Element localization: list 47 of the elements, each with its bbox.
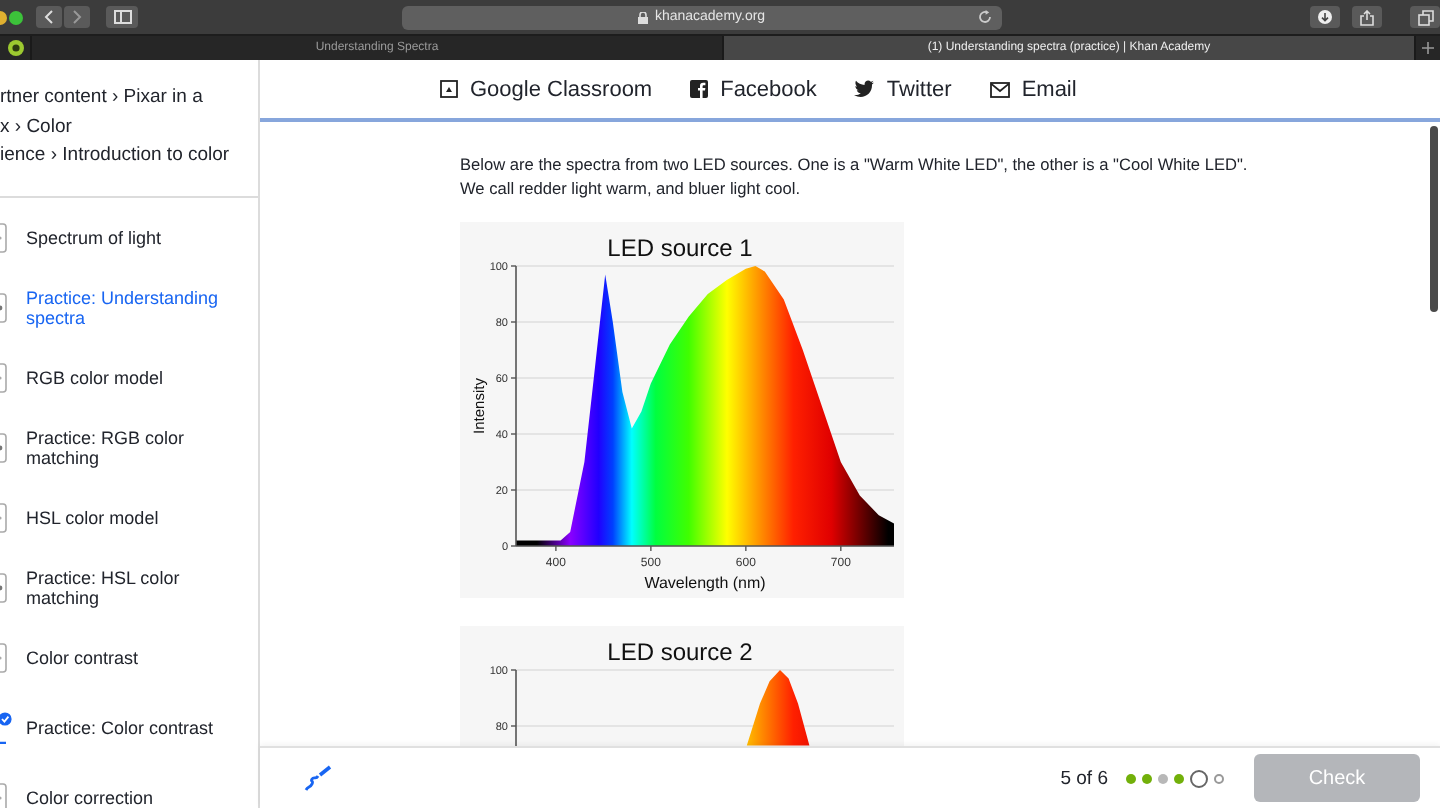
breadcrumb-line: ience › Introduction to color <box>0 142 232 170</box>
window-buttons-icon <box>0 9 24 25</box>
lesson-link[interactable]: Practice: Understanding spectra <box>26 287 258 329</box>
lesson-link[interactable]: Color contrast <box>26 647 155 669</box>
facebook-icon <box>690 80 709 98</box>
lesson-link[interactable]: RGB color model <box>26 367 180 389</box>
lesson-link[interactable]: Practice: HSL color matching <box>26 567 258 609</box>
breadcrumb-line: rtner content › Pixar in a <box>0 84 205 112</box>
breadcrumb-line: x › Color <box>0 113 74 141</box>
share-link[interactable]: Facebook <box>690 77 817 101</box>
bird-icon <box>854 80 875 98</box>
lesson-link[interactable]: Practice: Color contrast <box>26 717 230 739</box>
reload-icon <box>978 10 992 24</box>
share-link[interactable]: Google Classroom <box>440 77 653 101</box>
sidebar-button[interactable] <box>106 6 138 28</box>
lesson-link[interactable]: Practice: RGB color matching <box>26 427 258 469</box>
lock-icon <box>638 11 649 23</box>
sidebar-icon <box>113 10 131 24</box>
tabs-icon <box>1417 9 1433 25</box>
lesson-link[interactable]: Spectrum of light <box>26 227 178 249</box>
share-button[interactable] <box>1352 6 1382 28</box>
axis-label: Wavelength (nm) <box>644 574 766 592</box>
envelope-icon <box>989 81 1010 97</box>
chart-title: LED source 2 <box>607 638 753 666</box>
forward-icon <box>72 10 82 24</box>
scroll-thumb[interactable] <box>1430 126 1438 312</box>
classroom-icon <box>440 80 458 98</box>
pencil-scribble-icon <box>304 764 332 792</box>
back-button[interactable] <box>36 6 62 28</box>
lesson-link[interactable]: Color correction <box>26 787 170 808</box>
site-icon <box>7 40 23 56</box>
spectrum-area <box>746 670 810 746</box>
forward-button[interactable] <box>64 6 90 28</box>
instruction-text: Below are the spectra from two LED sources. One is a "Warm White LED", the other is a "Cool White LED". <box>460 152 1250 176</box>
share-link[interactable]: Email <box>989 77 1077 101</box>
downloads-button[interactable] <box>1310 6 1340 28</box>
download-icon <box>1318 10 1332 24</box>
share-link[interactable]: Twitter <box>854 77 952 101</box>
chart-title: LED source 1 <box>607 234 753 262</box>
plus-icon <box>1422 42 1434 54</box>
y-axis <box>510 669 517 746</box>
lesson-link[interactable]: HSL color model <box>26 507 175 529</box>
progress-text: 5 of 6 <box>1060 767 1108 789</box>
instruction-text: We call redder light warm, and bluer light cool. <box>460 176 803 200</box>
back-icon <box>44 10 54 24</box>
tabs-button[interactable] <box>1410 6 1440 28</box>
share-icon <box>1360 9 1374 25</box>
